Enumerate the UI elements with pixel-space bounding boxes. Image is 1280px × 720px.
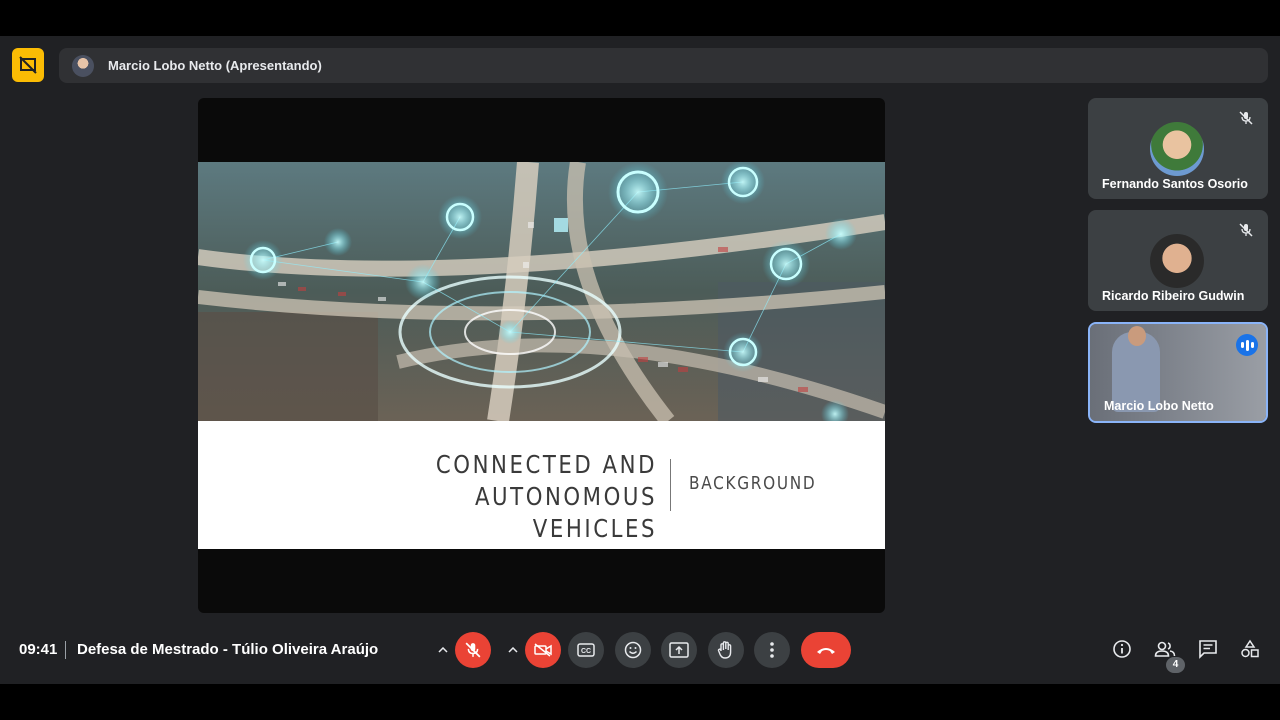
clock: 09:41 [19,641,58,658]
activities-icon[interactable] [1237,636,1263,662]
slide-text-panel: CONNECTED AND AUTONOMOUS VEHICLES BACKGR… [198,421,885,549]
slide-title-line1: CONNECTED AND AUTONOMOUS [435,450,657,511]
speaking-indicator-icon [1236,334,1258,356]
captions-icon: CC [577,643,595,657]
participant-name: Marcio Lobo Netto [1104,399,1214,413]
people-count-badge: 4 [1166,657,1185,673]
emoji-icon [624,641,642,659]
raise-hand-button[interactable] [708,632,744,668]
leave-call-button[interactable] [801,632,851,668]
present-button[interactable] [661,632,697,668]
more-options-button[interactable] [754,632,790,668]
participant-tile[interactable]: Ricardo Ribeiro Gudwin [1088,210,1268,311]
camera-toggle-button[interactable] [525,632,561,668]
present-screen-icon [669,642,689,658]
chat-icon[interactable] [1195,636,1221,662]
mic-toggle-button[interactable] [455,632,491,668]
avatar [1150,122,1204,176]
slide-divider [670,459,671,511]
slide-subtitle: BACKGROUND [689,473,817,494]
divider [65,641,66,659]
mic-control [431,632,491,668]
camera-off-icon [534,643,552,657]
meeting-details-icon[interactable] [1109,636,1135,662]
presentation-stage: CONNECTED AND AUTONOMOUS VEHICLES BACKGR… [198,98,885,613]
slide-title: CONNECTED AND AUTONOMOUS VEHICLES [267,449,657,545]
reactions-button[interactable] [615,632,651,668]
slide-title-line2: VEHICLES [532,514,657,543]
meeting-title: Defesa de Mestrado - Túlio Oliveira Araú… [77,641,379,658]
video-options-chevron-icon[interactable] [501,632,525,668]
participant-name: Ricardo Ribeiro Gudwin [1102,289,1245,303]
hand-icon [717,641,732,659]
participant-tile-active[interactable]: Marcio Lobo Netto [1088,322,1268,423]
captions-button[interactable]: CC [568,632,604,668]
avatar [72,54,94,77]
meet-window: Marcio Lobo Netto (Apresentando) CONNECT… [0,36,1280,684]
svg-text:CC: CC [581,648,591,655]
mic-off-icon [465,642,481,658]
avatar [1150,234,1204,288]
presenter-label: Marcio Lobo Netto (Apresentando) [108,58,322,73]
participant-name: Fernando Santos Osorio [1102,177,1248,191]
mic-off-icon [1236,220,1256,240]
mic-off-icon [1236,108,1256,128]
stop-presenting-icon[interactable] [12,48,44,82]
audio-options-chevron-icon[interactable] [431,632,455,668]
bottom-toolbar: 09:41 Defesa de Mestrado - Túlio Oliveir… [0,628,1280,673]
more-vert-icon [770,642,774,658]
camera-control [501,632,561,668]
participant-tile[interactable]: Fernando Santos Osorio [1088,98,1268,199]
slide-image [198,162,885,421]
presenter-banner: Marcio Lobo Netto (Apresentando) [59,48,1268,83]
end-call-icon [817,648,835,654]
